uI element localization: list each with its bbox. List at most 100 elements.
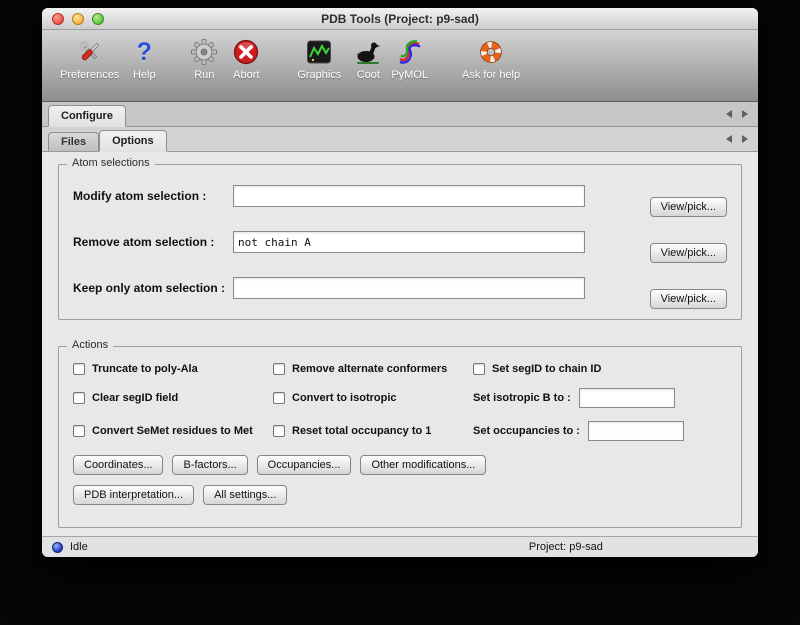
project-label: Project: p9-sad <box>529 541 603 553</box>
checkbox-label: Convert to isotropic <box>292 392 397 404</box>
toolbar-run-label: Run <box>194 69 214 81</box>
set-occupancies-field: Set occupancies to : <box>473 421 727 441</box>
tab-scroll-left-icon[interactable] <box>726 110 732 118</box>
checkbox-convert-to-isotropic[interactable]: Convert to isotropic <box>273 392 469 404</box>
checkbox-convert-semet-to-met[interactable]: Convert SeMet residues to Met <box>73 425 269 437</box>
atom-selections-group: Atom selections Modify atom selection : … <box>58 164 742 320</box>
checkbox-icon[interactable] <box>273 392 285 404</box>
abort-icon <box>231 37 261 67</box>
toolbar-ask-for-help-button[interactable]: Ask for help <box>462 37 520 81</box>
keep-only-selection-input[interactable] <box>233 277 585 299</box>
options-panel: Atom selections Modify atom selection : … <box>42 152 758 536</box>
inner-tab-scroll-left-icon[interactable] <box>726 135 732 143</box>
other-modifications-button[interactable]: Other modifications... <box>360 455 486 475</box>
checkbox-reset-total-occupancy[interactable]: Reset total occupancy to 1 <box>273 425 469 437</box>
title-bar[interactable]: PDB Tools (Project: p9-sad) <box>42 8 758 30</box>
close-button[interactable] <box>52 13 64 25</box>
modify-viewpick-button[interactable]: View/pick... <box>650 197 727 217</box>
checkbox-label: Convert SeMet residues to Met <box>92 425 253 437</box>
toolbar-help-button[interactable]: ? Help <box>129 37 159 81</box>
toolbar: Preferences ? Help <box>42 30 758 102</box>
checkbox-remove-alternate-conformers[interactable]: Remove alternate conformers <box>273 363 469 375</box>
checkbox-truncate-poly-ala[interactable]: Truncate to poly-Ala <box>73 363 269 375</box>
modify-selection-label: Modify atom selection : <box>73 189 233 203</box>
pdb-interpretation-button[interactable]: PDB interpretation... <box>73 485 194 505</box>
toolbar-abort-button[interactable]: Abort <box>231 37 261 81</box>
toolbar-help-label: Help <box>133 69 156 81</box>
actions-grid: Truncate to poly-Ala Remove alternate co… <box>73 363 727 441</box>
checkbox-icon[interactable] <box>73 425 85 437</box>
status-text: Idle <box>70 541 88 553</box>
modify-selection-input[interactable] <box>233 185 585 207</box>
help-icon: ? <box>129 37 159 67</box>
tab-files[interactable]: Files <box>48 132 99 151</box>
coordinates-button[interactable]: Coordinates... <box>73 455 163 475</box>
checkbox-icon[interactable] <box>473 363 485 375</box>
checkbox-label: Reset total occupancy to 1 <box>292 425 431 437</box>
toolbar-run-button[interactable]: Run <box>189 37 219 81</box>
set-occupancies-input[interactable] <box>588 421 684 441</box>
actions-buttons-row-2: PDB interpretation... All settings... <box>73 485 727 505</box>
toolbar-ask-for-help-label: Ask for help <box>462 69 520 81</box>
set-occupancies-label: Set occupancies to : <box>473 425 580 437</box>
window-title: PDB Tools (Project: p9-sad) <box>321 12 479 26</box>
zoom-button[interactable] <box>92 13 104 25</box>
modify-selection-row: Modify atom selection : View/pick... <box>73 181 727 211</box>
checkbox-icon[interactable] <box>273 363 285 375</box>
graphics-icon <box>304 37 334 67</box>
checkbox-label: Clear segID field <box>92 392 178 404</box>
keep-only-viewpick-button[interactable]: View/pick... <box>650 289 727 309</box>
actions-group: Actions Truncate to poly-Ala Remove alte… <box>58 346 742 528</box>
outer-tab-strip: Configure <box>42 102 758 127</box>
gear-icon <box>189 37 219 67</box>
checkbox-icon[interactable] <box>73 392 85 404</box>
b-factors-button[interactable]: B-factors... <box>172 455 247 475</box>
inner-tab-strip: Files Options <box>42 127 758 152</box>
minimize-button[interactable] <box>72 13 84 25</box>
checkbox-icon[interactable] <box>73 363 85 375</box>
tools-icon <box>75 37 105 67</box>
checkbox-label: Truncate to poly-Ala <box>92 363 198 375</box>
checkbox-clear-segid-field[interactable]: Clear segID field <box>73 392 269 404</box>
pymol-ribbon-icon <box>395 37 425 67</box>
toolbar-graphics-button[interactable]: Graphics <box>297 37 341 81</box>
checkbox-set-segid-to-chain-id[interactable]: Set segID to chain ID <box>473 363 727 375</box>
actions-group-title: Actions <box>67 339 113 351</box>
all-settings-button[interactable]: All settings... <box>203 485 287 505</box>
set-isotropic-b-field: Set isotropic B to : <box>473 388 727 408</box>
toolbar-pymol-button[interactable]: PyMOL <box>391 37 428 81</box>
occupancies-button[interactable]: Occupancies... <box>257 455 352 475</box>
toolbar-abort-label: Abort <box>233 69 259 81</box>
set-isotropic-b-label: Set isotropic B to : <box>473 392 571 404</box>
checkbox-label: Remove alternate conformers <box>292 363 447 375</box>
toolbar-graphics-label: Graphics <box>297 69 341 81</box>
keep-only-selection-row: Keep only atom selection : View/pick... <box>73 273 727 303</box>
tab-configure[interactable]: Configure <box>48 105 126 127</box>
remove-selection-row: Remove atom selection : View/pick... <box>73 227 727 257</box>
set-isotropic-b-input[interactable] <box>579 388 675 408</box>
status-bar: Idle Project: p9-sad <box>42 536 758 557</box>
toolbar-coot-button[interactable]: Coot <box>353 37 383 81</box>
toolbar-preferences-button[interactable]: Preferences <box>60 37 119 81</box>
remove-selection-input[interactable] <box>233 231 585 253</box>
lifebuoy-icon <box>476 37 506 67</box>
atom-selections-group-title: Atom selections <box>67 157 155 169</box>
tab-scroll-right-icon[interactable] <box>742 110 748 118</box>
checkbox-label: Set segID to chain ID <box>492 363 601 375</box>
status-led-icon <box>52 542 63 553</box>
outer-tab-arrows <box>726 110 748 126</box>
inner-tab-scroll-right-icon[interactable] <box>742 135 748 143</box>
keep-only-selection-label: Keep only atom selection : <box>73 281 233 295</box>
remove-viewpick-button[interactable]: View/pick... <box>650 243 727 263</box>
traffic-lights <box>52 13 104 25</box>
toolbar-pymol-label: PyMOL <box>391 69 428 81</box>
inner-tab-arrows <box>726 135 748 151</box>
toolbar-coot-label: Coot <box>357 69 380 81</box>
actions-buttons-row-1: Coordinates... B-factors... Occupancies.… <box>73 455 727 475</box>
toolbar-preferences-label: Preferences <box>60 69 119 81</box>
tab-options[interactable]: Options <box>99 130 167 152</box>
remove-selection-label: Remove atom selection : <box>73 235 233 249</box>
checkbox-icon[interactable] <box>273 425 285 437</box>
app-window: PDB Tools (Project: p9-sad) Preferenc <box>42 8 758 557</box>
coot-bird-icon <box>353 37 383 67</box>
